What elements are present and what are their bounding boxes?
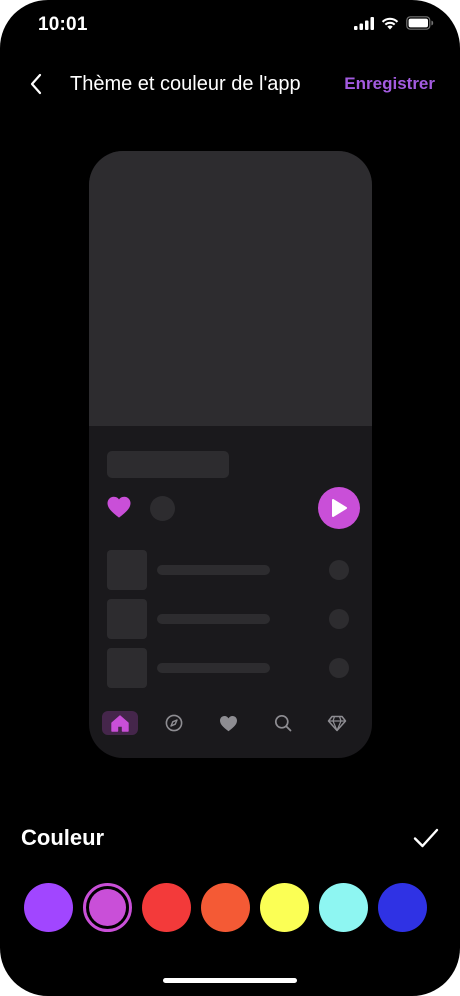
preview-nav-search xyxy=(265,711,301,735)
preview-text-placeholder xyxy=(157,565,270,575)
preview-list-item xyxy=(107,550,349,590)
color-swatch-list xyxy=(24,883,436,935)
color-swatch-yellow[interactable] xyxy=(260,883,309,932)
preview-thumb-placeholder xyxy=(107,550,147,590)
save-button[interactable]: Enregistrer xyxy=(344,74,435,94)
color-swatch-red[interactable] xyxy=(142,883,191,932)
play-icon xyxy=(332,499,347,517)
preview-thumb-placeholder xyxy=(107,648,147,688)
search-icon xyxy=(274,714,292,732)
preview-text-placeholder xyxy=(157,663,270,673)
preview-action-placeholder xyxy=(329,560,349,580)
color-section-label: Couleur xyxy=(21,825,105,850)
wifi-icon xyxy=(381,16,399,35)
preview-title-placeholder xyxy=(107,451,229,478)
status-time: 10:01 xyxy=(38,14,88,35)
heart-icon xyxy=(219,715,237,731)
color-swatch-violet[interactable] xyxy=(24,883,73,932)
preview-button-placeholder xyxy=(150,496,175,521)
color-swatch-magenta[interactable] xyxy=(83,883,132,932)
check-icon[interactable] xyxy=(412,824,440,852)
preview-artwork-placeholder xyxy=(89,151,372,426)
compass-icon xyxy=(165,714,183,732)
preview-nav-premium xyxy=(319,711,355,735)
diamond-icon xyxy=(327,715,347,731)
preview-thumb-placeholder xyxy=(107,599,147,639)
chevron-left-icon xyxy=(30,73,42,95)
preview-nav-favorites xyxy=(210,711,246,735)
preview-nav-home xyxy=(102,711,138,735)
preview-nav-explore xyxy=(156,711,192,735)
status-icons xyxy=(354,16,434,35)
preview-action-placeholder xyxy=(329,609,349,629)
heart-icon xyxy=(107,496,131,520)
back-button[interactable] xyxy=(24,72,48,96)
preview-action-placeholder xyxy=(329,658,349,678)
preview-tab-bar xyxy=(89,711,372,741)
battery-icon xyxy=(406,16,434,35)
preview-text-placeholder xyxy=(157,614,270,624)
signal-icon xyxy=(354,16,374,35)
phone-screen: 10:01 Thème et couleur de l'app Enregist… xyxy=(0,0,460,996)
page-title: Thème et couleur de l'app xyxy=(70,73,301,95)
color-swatch-cyan[interactable] xyxy=(319,883,368,932)
theme-preview xyxy=(89,151,372,758)
home-indicator xyxy=(163,978,297,983)
preview-list-item xyxy=(107,599,349,639)
preview-list-item xyxy=(107,648,349,688)
play-button xyxy=(318,487,360,529)
color-swatch-orange[interactable] xyxy=(201,883,250,932)
color-swatch-blue[interactable] xyxy=(378,883,427,932)
home-icon xyxy=(111,714,129,732)
